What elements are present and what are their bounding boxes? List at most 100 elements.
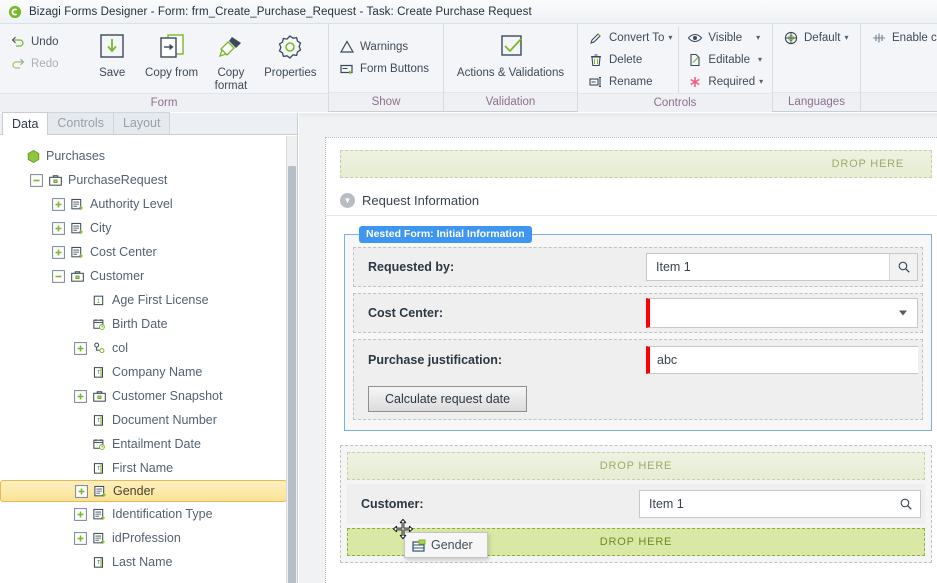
tree-item-label: First Name bbox=[112, 461, 174, 475]
svg-text:T: T bbox=[97, 560, 100, 566]
text-attr-icon: T bbox=[93, 414, 104, 426]
tree-item-company-name[interactable]: T Company Name bbox=[0, 360, 297, 384]
field-row-requested-by[interactable]: Requested by: Item 1 bbox=[353, 247, 923, 287]
tree-item-entailment-date[interactable]: Entailment Date bbox=[0, 432, 297, 456]
tree-item-last-name[interactable]: T Last Name bbox=[0, 550, 297, 574]
tree-expander-minus-icon[interactable] bbox=[30, 173, 43, 187]
tab-layout[interactable]: Layout bbox=[112, 112, 171, 134]
field-label-purchase-justification: Purchase justification: bbox=[368, 352, 503, 367]
tree-expander-plus-icon[interactable] bbox=[52, 221, 65, 235]
delete-label: Delete bbox=[609, 54, 643, 66]
rename-label: Rename bbox=[609, 76, 653, 88]
enable-collaboration-button[interactable]: Enable c bbox=[869, 27, 937, 49]
dropzone-top[interactable]: DROP HERE bbox=[340, 150, 932, 178]
bizagi-logo-icon bbox=[8, 5, 22, 18]
tree-item-label: Company Name bbox=[112, 365, 203, 379]
tree-item-customer[interactable]: Customer bbox=[0, 264, 297, 288]
form-buttons-button[interactable]: Form Buttons bbox=[337, 58, 435, 80]
tree-item-first-name[interactable]: T First Name bbox=[0, 456, 297, 480]
field-row-customer[interactable]: Customer: Item 1 bbox=[347, 484, 925, 524]
copy-format-label: Copy format bbox=[214, 67, 248, 92]
form-buttons-label: Form Buttons bbox=[360, 63, 430, 75]
tab-data-label: Data bbox=[12, 117, 39, 131]
tree-item-customer-snapshot[interactable]: Customer Snapshot bbox=[0, 384, 297, 408]
tree-expander-plus-icon[interactable] bbox=[74, 341, 87, 355]
copy-format-button[interactable]: Copy format bbox=[201, 29, 260, 93]
ribbon-group-label-collaboration: C bbox=[861, 92, 937, 111]
editable-button[interactable]: Editable ▾ bbox=[685, 49, 769, 71]
chevron-down-icon[interactable] bbox=[899, 310, 907, 316]
warnings-button[interactable]: Warnings bbox=[337, 36, 435, 58]
required-button[interactable]: Required ▾ bbox=[685, 71, 769, 93]
tree-expander-minus-icon[interactable] bbox=[52, 269, 65, 283]
tree-item-idprofession[interactable]: idProfession bbox=[0, 526, 297, 550]
tree-item-birth-date[interactable]: Birth Date bbox=[0, 312, 297, 336]
collection-attr-icon bbox=[71, 222, 83, 234]
tree-expander-plus-icon[interactable] bbox=[74, 531, 87, 545]
ribbon-toolbar: Undo Redo Save Copy from Copy format Pro… bbox=[0, 24, 937, 112]
actions-validations-button[interactable]: Actions & Validations bbox=[452, 29, 569, 80]
requested-by-value: Item 1 bbox=[656, 260, 691, 274]
dropzone-middle[interactable]: DROP HERE bbox=[347, 452, 925, 480]
checkmark-box-icon bbox=[500, 35, 522, 56]
customer-input[interactable]: Item 1 bbox=[639, 490, 921, 518]
tree-item-document-number[interactable]: T Document Number bbox=[0, 408, 297, 432]
chevron-down-icon: ▾ bbox=[756, 33, 761, 42]
tree-expander-plus-icon[interactable] bbox=[74, 389, 87, 403]
convert-to-button[interactable]: Convert To ▾ bbox=[586, 27, 678, 49]
search-icon bbox=[898, 261, 910, 273]
required-label: Required bbox=[708, 76, 756, 88]
section-header-request-information[interactable]: ▼ Request Information bbox=[326, 186, 937, 216]
field-row-cost-center[interactable]: Cost Center: bbox=[353, 293, 923, 333]
tree-expander-plus-icon[interactable] bbox=[75, 484, 88, 498]
rename-button[interactable]: Rename bbox=[586, 71, 678, 93]
requested-by-search-button[interactable] bbox=[889, 254, 917, 280]
requested-by-input[interactable]: Item 1 bbox=[646, 253, 918, 281]
redo-label: Redo bbox=[31, 58, 59, 70]
undo-button[interactable]: Undo bbox=[8, 31, 82, 53]
tree-item-label: col bbox=[112, 341, 128, 355]
save-icon bbox=[100, 34, 124, 58]
tree-item-city[interactable]: City bbox=[0, 216, 297, 240]
save-button[interactable]: Save bbox=[82, 29, 141, 80]
tree-item-cost-center[interactable]: Cost Center bbox=[0, 240, 297, 264]
tree-item-age-first-license[interactable]: 1 Age First License bbox=[0, 288, 297, 312]
tree-expander-plus-icon[interactable] bbox=[74, 507, 87, 521]
field-row-purchase-justification[interactable]: Purchase justification: abc bbox=[353, 339, 923, 379]
default-language-button[interactable]: Default ▾ bbox=[781, 27, 854, 49]
redo-button[interactable]: Redo bbox=[8, 53, 82, 75]
visible-button[interactable]: Visible ▾ bbox=[685, 27, 769, 49]
tree-item-gender[interactable]: Gender bbox=[0, 480, 287, 502]
nested-form-initial-information[interactable]: Nested Form: Initial Information Request… bbox=[344, 226, 932, 431]
tree-expander-plus-icon[interactable] bbox=[52, 197, 65, 211]
purchase-justification-input[interactable]: abc bbox=[646, 345, 918, 374]
tree-scrollbar[interactable] bbox=[286, 136, 297, 583]
tab-data[interactable]: Data bbox=[2, 112, 49, 135]
delete-button[interactable]: Delete bbox=[586, 49, 678, 71]
calculate-request-date-button[interactable]: Calculate request date bbox=[368, 386, 528, 412]
data-tree: Purchases PurchaseRequest Authority Level C… bbox=[0, 136, 297, 574]
tab-controls[interactable]: Controls bbox=[47, 112, 114, 134]
copy-from-button[interactable]: Copy from bbox=[142, 29, 201, 80]
tree-item-authority-level[interactable]: Authority Level bbox=[0, 192, 297, 216]
tree-scrollbar-thumb[interactable] bbox=[288, 166, 296, 583]
cost-center-dropdown[interactable] bbox=[646, 298, 918, 328]
tree-item-col[interactable]: col bbox=[0, 336, 297, 360]
entity-icon bbox=[49, 174, 62, 186]
field-label-customer: Customer: bbox=[361, 497, 424, 511]
tree-item-identification-type[interactable]: Identification Type bbox=[0, 502, 297, 526]
customer-search-button[interactable] bbox=[892, 491, 920, 517]
relation-attr-icon bbox=[94, 342, 105, 353]
text-attr-icon: T bbox=[93, 462, 104, 474]
tree-expander-plus-icon[interactable] bbox=[52, 245, 65, 259]
left-panel-tabs: Data Controls Layout bbox=[0, 112, 297, 135]
properties-button[interactable]: Properties bbox=[261, 29, 320, 80]
chevron-down-icon[interactable]: ▼ bbox=[340, 193, 355, 208]
tree-item-purchases[interactable]: Purchases bbox=[0, 144, 297, 168]
convert-to-icon bbox=[590, 33, 601, 44]
svg-text:T: T bbox=[97, 418, 100, 424]
chevron-down-icon: ▾ bbox=[668, 33, 673, 42]
tree-item-purchaserequest[interactable]: PurchaseRequest bbox=[0, 168, 297, 192]
collection-attr-icon bbox=[71, 246, 83, 258]
collection-attr-icon bbox=[94, 485, 106, 497]
